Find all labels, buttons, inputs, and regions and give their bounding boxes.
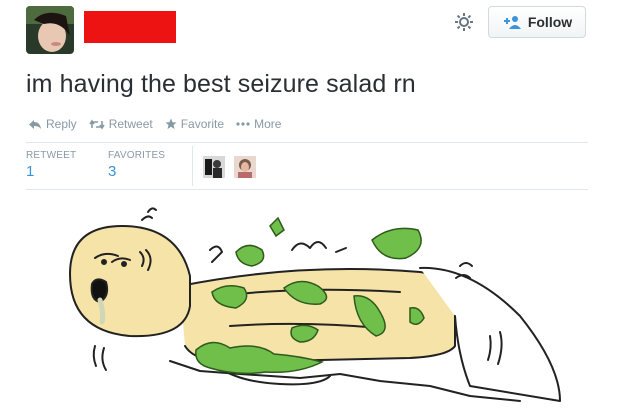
retweet-action[interactable]: Retweet: [89, 117, 153, 131]
more-label: More: [254, 117, 282, 131]
tweet-header: Follow: [0, 0, 620, 58]
star-icon: [165, 118, 177, 129]
favoriter-avatar[interactable]: [203, 156, 225, 178]
gear-icon[interactable]: [452, 10, 476, 34]
reply-icon: [29, 119, 41, 129]
follow-button[interactable]: Follow: [488, 6, 586, 38]
reply-action[interactable]: Reply: [28, 117, 77, 131]
more-action[interactable]: More: [236, 117, 281, 131]
follow-label: Follow: [527, 14, 573, 30]
favorites-stat[interactable]: FAVORITES 3: [108, 150, 165, 180]
favorites-stat-count: 3: [108, 163, 117, 180]
retweet-stat[interactable]: RETWEET 1: [26, 150, 76, 180]
retweet-stat-count: 1: [26, 163, 35, 180]
stats-separator: [192, 146, 193, 186]
favoriter-avatar[interactable]: [234, 156, 256, 178]
retweet-label: Retweet: [108, 117, 153, 131]
favorite-label: Favorite: [180, 117, 225, 131]
tweet-text: im having the best seizure salad rn: [26, 70, 416, 98]
favorites-stat-label: FAVORITES: [108, 150, 166, 161]
divider: [26, 189, 588, 190]
divider: [26, 142, 588, 143]
favorite-action[interactable]: Favorite: [165, 117, 224, 131]
user-avatar[interactable]: [26, 6, 74, 54]
more-icon: [236, 122, 250, 126]
redacted-username: [84, 11, 176, 43]
retweet-stat-label: RETWEET: [26, 150, 77, 161]
tweet-image[interactable]: [0, 196, 620, 413]
add-user-icon: [502, 15, 522, 29]
avatar-photo: [26, 6, 74, 54]
reply-label: Reply: [46, 117, 77, 131]
tweet-actions: Reply Retweet Favorite More: [28, 117, 281, 131]
retweet-icon: [89, 119, 105, 129]
